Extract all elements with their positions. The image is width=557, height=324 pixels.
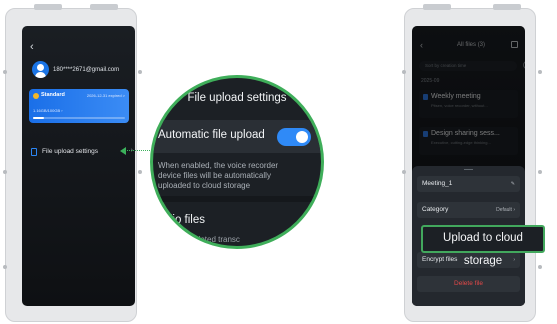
device-button: [138, 70, 142, 74]
device-clip: [90, 4, 118, 10]
callout-arrow-tip: [120, 147, 126, 155]
chevron-left-icon[interactable]: ‹: [30, 41, 34, 53]
auto-upload-toggle[interactable]: [277, 128, 311, 146]
zoom-title: File upload settings: [187, 92, 287, 104]
device-clip: [34, 4, 62, 10]
auto-upload-label: Automatic file upload: [158, 129, 265, 141]
storage-progress-fill: [33, 117, 45, 119]
plan-expiry: 2026-12-31 expired >: [86, 93, 125, 98]
device-button: [3, 70, 7, 74]
category-label: Category: [422, 206, 449, 213]
left-phone-screen: ‹ 180****2671@gmail.com Standard 2026-12…: [22, 26, 135, 306]
file-upload-settings-row[interactable]: File upload settings ›: [31, 146, 133, 160]
encrypt-files-label: Encrypt files: [422, 256, 458, 263]
storage-usage: 1.16GB/100GB ›: [33, 108, 63, 113]
upload-to-cloud-button[interactable]: Upload to cloud storage: [421, 225, 545, 267]
account-email: 180****2671@gmail.com: [53, 67, 120, 73]
device-button: [538, 170, 542, 174]
crown-icon: [33, 93, 39, 99]
audio-files-section-title: dio files: [166, 214, 205, 226]
device-button: [402, 170, 406, 174]
zoom-magnifier: File upload settings Automatic file uplo…: [150, 75, 324, 249]
device-button: [538, 70, 542, 74]
file-upload-settings-label: File upload settings: [42, 148, 99, 155]
device-button: [402, 70, 406, 74]
delete-file-label: Delete file: [454, 280, 483, 287]
audio-files-section-subtitle: ompleted transc: [183, 235, 240, 244]
auto-upload-description: When enabled, the voice recorder device …: [158, 161, 279, 190]
device-clip: [493, 4, 521, 10]
storage-progress-bar: [33, 117, 125, 119]
category-value: Default ›: [496, 207, 515, 213]
plan-card[interactable]: Standard 2026-12-31 expired > 1.16GB/100…: [29, 89, 129, 123]
category-row[interactable]: Category Default ›: [417, 202, 520, 218]
pencil-icon[interactable]: ✎: [511, 181, 515, 187]
file-name: Meeting_1: [422, 180, 453, 187]
plan-name: Standard: [41, 92, 65, 98]
device-button: [3, 265, 7, 269]
device-button: [3, 170, 7, 174]
sheet-handle[interactable]: [464, 169, 473, 170]
file-icon: [31, 148, 37, 156]
section-divider: [153, 196, 321, 202]
avatar[interactable]: [32, 61, 49, 78]
device-button: [538, 265, 542, 269]
file-name-row[interactable]: Meeting_1 ✎: [417, 176, 520, 192]
device-button: [138, 170, 142, 174]
device-clip: [423, 4, 451, 10]
chevron-right-icon: ›: [513, 257, 515, 263]
delete-file-button[interactable]: Delete file: [417, 276, 520, 292]
